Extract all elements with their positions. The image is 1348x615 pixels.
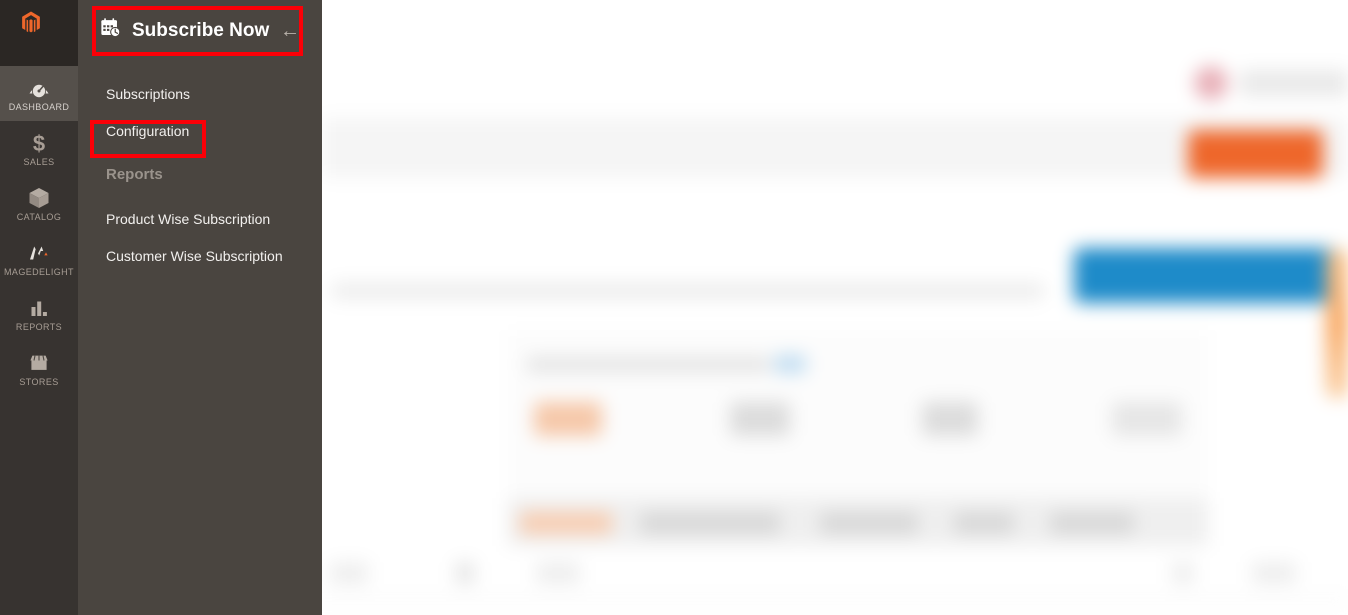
sidebar-item-stores[interactable]: STORES — [0, 341, 78, 396]
background-blue-banner — [1074, 248, 1336, 303]
sidebar-item-catalog[interactable]: CATALOG — [0, 176, 78, 231]
background-tab — [730, 402, 790, 436]
background-header-text — [1240, 70, 1348, 96]
sidebar-item-label: REPORTS — [15, 321, 63, 332]
magedelight-icon — [27, 241, 51, 265]
background-orange-edge-strip — [1326, 250, 1348, 398]
background-paragraph-line — [332, 283, 1044, 299]
box-icon — [27, 186, 51, 210]
svg-text:$: $ — [33, 131, 45, 155]
background-tab — [534, 402, 602, 436]
background-top-strip — [322, 0, 1348, 60]
background-tab — [922, 402, 978, 436]
screen: DASHBOARD $ SALES CATALOG MAGEDELIGHT RE… — [0, 0, 1348, 615]
magento-logo-icon — [19, 11, 59, 55]
storefront-icon — [27, 351, 51, 375]
admin-sidebar: DASHBOARD $ SALES CATALOG MAGEDELIGHT RE… — [0, 0, 78, 615]
submenu-item-product-wise-subscription[interactable]: Product Wise Subscription — [78, 201, 322, 238]
sidebar-item-sales[interactable]: $ SALES — [0, 121, 78, 176]
submenu-list: Subscriptions Configuration Reports Prod… — [78, 62, 322, 275]
submenu-item-customer-wise-subscription[interactable]: Customer Wise Subscription — [78, 238, 322, 275]
sidebar-item-label: DASHBOARD — [8, 101, 70, 112]
submenu-heading-reports: Reports — [106, 165, 163, 183]
background-card-title-accent — [774, 355, 806, 373]
gauge-icon — [27, 76, 51, 100]
background-grid-cell — [456, 562, 474, 584]
bar-chart-icon — [27, 296, 51, 320]
background-grid-cell — [1252, 562, 1296, 584]
submenu-panel: Subscribe Now ← Subscriptions Configurat… — [78, 0, 322, 615]
background-grid-column-label — [1050, 512, 1134, 534]
background-card-title — [527, 357, 769, 372]
submenu-item-subscriptions[interactable]: Subscriptions — [78, 76, 322, 113]
sidebar-item-label: MAGEDELIGHT — [4, 266, 74, 277]
calendar-clock-icon — [100, 17, 122, 45]
back-arrow-icon[interactable]: ← — [280, 21, 306, 41]
background-grid-cell — [330, 562, 368, 584]
sidebar-item-label: CATALOG — [16, 211, 62, 222]
background-content-area — [322, 0, 1348, 615]
submenu-title-bar[interactable]: Subscribe Now ← — [78, 0, 322, 62]
submenu-spacer — [78, 189, 322, 201]
submenu-title-label: Subscribe Now — [132, 20, 270, 41]
background-primary-button — [1188, 130, 1323, 178]
submenu-item-configuration[interactable]: Configuration — [78, 113, 322, 150]
magento-logo[interactable] — [0, 0, 78, 66]
background-grid-column-label — [820, 512, 918, 534]
sidebar-item-reports[interactable]: REPORTS — [0, 286, 78, 341]
background-notification-badge — [1194, 66, 1228, 100]
background-grid-column-label — [520, 512, 612, 534]
sidebar-item-magedelight[interactable]: MAGEDELIGHT — [0, 231, 78, 286]
background-grid-column-label — [640, 512, 780, 534]
background-grid-cell — [1172, 562, 1194, 584]
background-grid-cell — [536, 562, 580, 584]
dollar-icon: $ — [27, 131, 51, 155]
sidebar-item-label: STORES — [19, 376, 59, 387]
background-grid-column-label — [954, 512, 1014, 534]
sidebar-item-label: SALES — [23, 156, 55, 167]
background-bottom-rule — [322, 594, 1348, 604]
background-tab — [1112, 402, 1182, 436]
sidebar-item-dashboard[interactable]: DASHBOARD — [0, 66, 78, 121]
